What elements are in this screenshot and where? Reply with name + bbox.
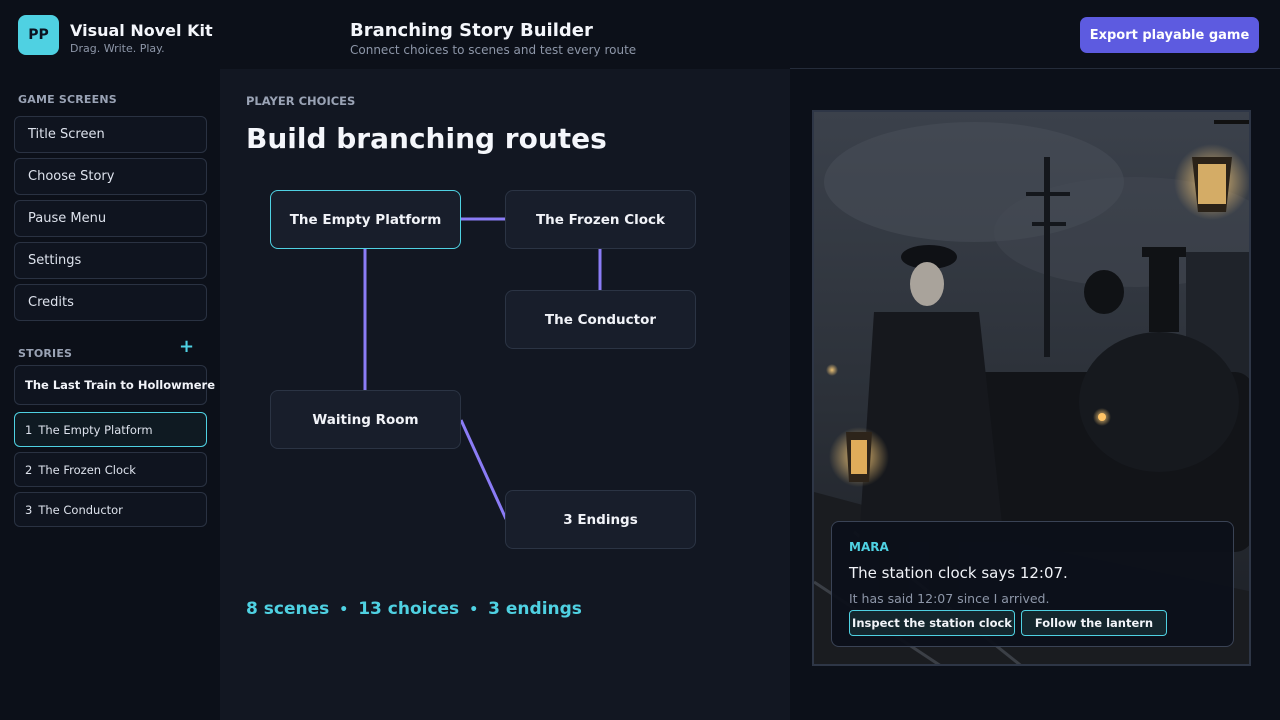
dialogue-subline: It has said 12:07 since I arrived.	[849, 591, 1050, 606]
story-graph-panel: PLAYER CHOICES Build branching routes Th…	[220, 69, 790, 720]
scene-number: 1	[25, 422, 33, 437]
node-frozen-clock[interactable]: The Frozen Clock	[505, 190, 696, 249]
scene-label: The Empty Platform	[38, 422, 153, 437]
node-empty-platform[interactable]: The Empty Platform	[270, 190, 461, 249]
export-game-button[interactable]: Export playable game	[1080, 17, 1259, 53]
screen-item-title-screen[interactable]: Title Screen	[14, 116, 207, 153]
top-bar: PP Visual Novel Kit Drag. Write. Play. B…	[0, 0, 1280, 69]
choice-follow-lantern-button[interactable]: Follow the lantern	[1021, 610, 1167, 636]
screen-item-choose-story[interactable]: Choose Story	[14, 158, 207, 195]
page-title: Branching Story Builder	[350, 20, 593, 41]
node-endings[interactable]: 3 Endings	[505, 490, 696, 549]
sidebar: GAME SCREENS Title Screen Choose Story P…	[0, 69, 220, 720]
app-name: Visual Novel Kit	[70, 21, 213, 40]
game-preview[interactable]: MARA The station clock says 12:07. It ha…	[812, 110, 1251, 666]
preview-pane: MARA The station clock says 12:07. It ha…	[790, 69, 1280, 720]
endings-count: 3 endings	[488, 599, 582, 619]
scene-number: 3	[25, 502, 33, 517]
add-story-icon[interactable]: +	[179, 338, 194, 356]
app-tagline: Drag. Write. Play.	[70, 42, 165, 55]
dialogue-box: MARA The station clock says 12:07. It ha…	[831, 521, 1234, 647]
scene-label: The Frozen Clock	[38, 462, 136, 477]
connector-waiting-endings	[459, 419, 508, 520]
game-screens-heading: GAME SCREENS	[18, 93, 117, 106]
screen-item-settings[interactable]: Settings	[14, 242, 207, 279]
scene-item-conductor[interactable]: 3 The Conductor	[14, 492, 207, 527]
scenes-count: 8 scenes	[246, 599, 330, 619]
scene-label: The Conductor	[38, 502, 123, 517]
dialogue-line: The station clock says 12:07.	[849, 564, 1068, 582]
stories-heading: STORIES	[18, 347, 73, 360]
stats-separator: •	[339, 602, 349, 618]
speaker-name: MARA	[849, 540, 889, 554]
screen-item-pause-menu[interactable]: Pause Menu	[14, 200, 207, 237]
choice-inspect-clock-button[interactable]: Inspect the station clock	[849, 610, 1015, 636]
page-subtitle: Connect choices to scenes and test every…	[350, 43, 637, 57]
screen-item-credits[interactable]: Credits	[14, 284, 207, 321]
node-waiting-room[interactable]: Waiting Room	[270, 390, 461, 449]
story-item[interactable]: The Last Train to Hollowmere	[14, 365, 215, 405]
node-conductor[interactable]: The Conductor	[505, 290, 696, 349]
scene-item-empty-platform[interactable]: 1 The Empty Platform	[14, 412, 207, 447]
app-logo: PP	[18, 15, 59, 55]
stats-separator: •	[469, 602, 479, 618]
story-stats: 8 scenes • 13 choices • 3 endings	[246, 599, 582, 619]
scene-number: 2	[25, 462, 33, 477]
scene-item-frozen-clock[interactable]: 2 The Frozen Clock	[14, 452, 207, 487]
choices-count: 13 choices	[358, 599, 460, 619]
